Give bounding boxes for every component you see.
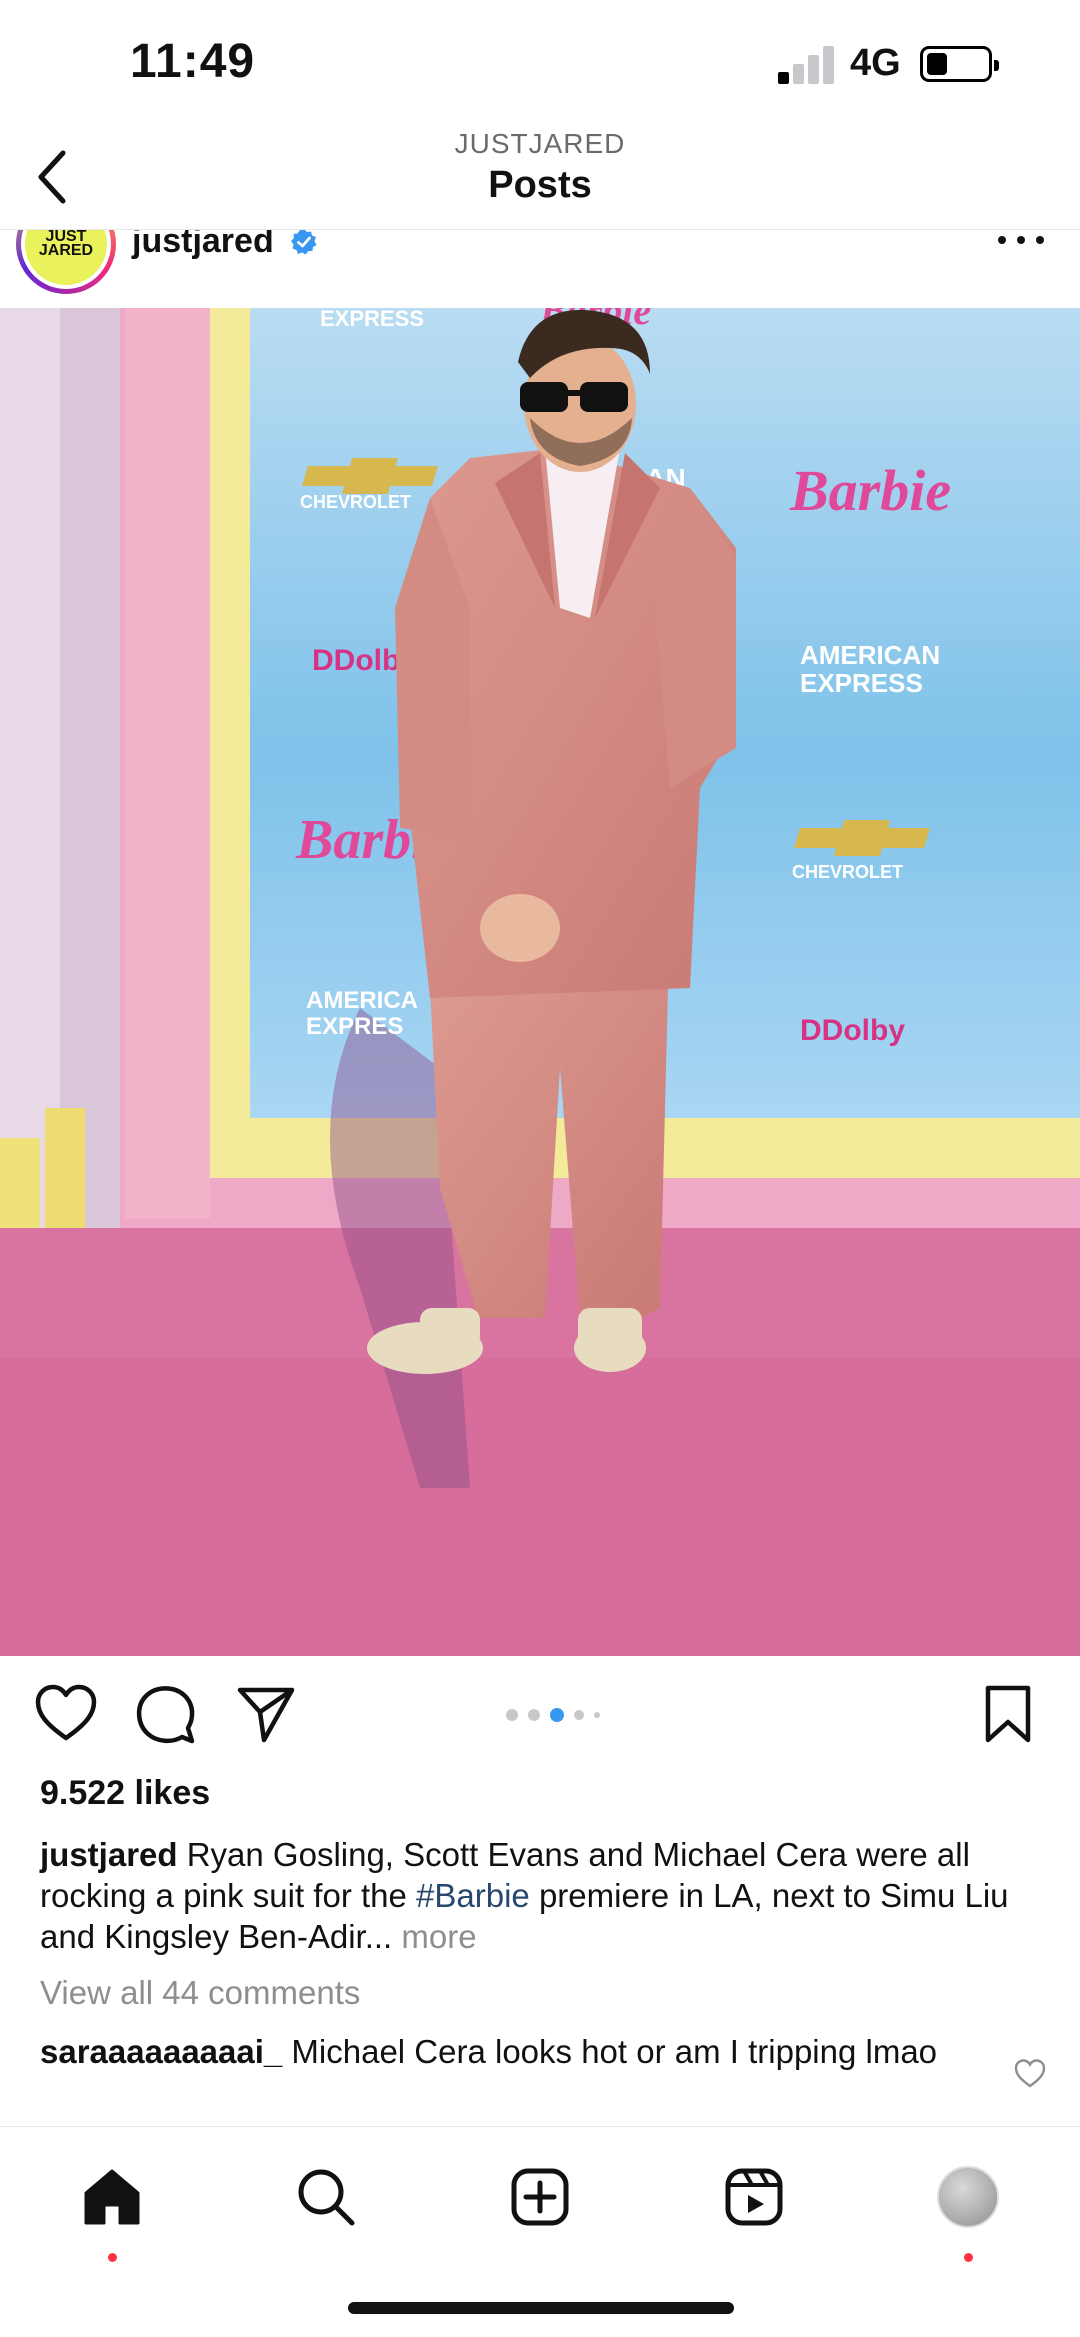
search-icon [298, 2169, 355, 2226]
svg-text:DDolby: DDolby [800, 1014, 905, 1047]
carousel-indicator [506, 1708, 600, 1722]
tab-search[interactable] [286, 2157, 366, 2237]
home-indicator[interactable] [348, 2302, 734, 2314]
post-image[interactable]: EXPRESS CHEVROLET DDolby Barbie AMERICA … [0, 308, 1080, 1656]
svg-text:Barbie: Barbie [789, 458, 951, 523]
tab-profile[interactable] [928, 2157, 1008, 2262]
nav-subtitle: JUSTJARED [454, 128, 626, 159]
justjared-logo: JUST JARED [25, 230, 107, 285]
verified-badge-icon [291, 230, 317, 255]
comment-icon[interactable] [134, 1682, 198, 1746]
post-actions [0, 1672, 1080, 1762]
svg-text:EXPRES: EXPRES [306, 1013, 403, 1040]
more-dots-icon[interactable] [998, 230, 1044, 250]
hashtag-link[interactable]: #Barbie [416, 1877, 530, 1914]
post-caption: justjared Ryan Gosling, Scott Evans and … [40, 1834, 1050, 1957]
svg-text:CHEVROLET: CHEVROLET [792, 862, 903, 882]
top-comment: saraaaaaaaaai_ Michael Cera looks hot or… [40, 2032, 980, 2072]
comment-text: Michael Cera looks hot or am I tripping … [282, 2033, 938, 2070]
avatar-text-2: JARED [38, 242, 94, 259]
tab-home[interactable] [72, 2157, 152, 2262]
red-carpet-photo: EXPRESS CHEVROLET DDolby Barbie AMERICA … [0, 308, 1080, 1656]
tab-reels[interactable] [714, 2157, 794, 2237]
top-nav: JUSTJARED Posts [0, 120, 1080, 230]
home-icon [84, 2169, 140, 2225]
heart-icon[interactable] [34, 1682, 98, 1746]
caption-username[interactable]: justjared [40, 1836, 178, 1873]
comment-like-icon[interactable] [1014, 2058, 1046, 2090]
bookmark-icon[interactable] [976, 1682, 1040, 1746]
avatar [937, 2166, 999, 2228]
profile-notification-dot [964, 2253, 973, 2262]
home-notification-dot [108, 2253, 117, 2262]
signal-strength-icon [778, 44, 834, 84]
post-header: JUST JARED justjared [0, 230, 1080, 308]
reels-icon [725, 2168, 783, 2226]
svg-text:EXPRESS: EXPRESS [800, 668, 923, 698]
caption-more-link[interactable]: more [401, 1918, 476, 1955]
network-type: 4G [850, 42, 901, 84]
avatar[interactable]: JUST JARED [16, 230, 116, 294]
like-count[interactable]: 9.522 likes [40, 1774, 210, 1813]
add-post-icon [511, 2168, 569, 2226]
tab-create[interactable] [500, 2157, 580, 2237]
svg-text:EXPRESS: EXPRESS [320, 308, 424, 331]
battery-icon [920, 46, 999, 82]
page-title: Posts [488, 164, 592, 206]
svg-text:AMERICA: AMERICA [306, 987, 418, 1014]
comment-username[interactable]: saraaaaaaaaai_ [40, 2033, 282, 2070]
svg-text:CHEVROLET: CHEVROLET [300, 492, 411, 512]
post-username[interactable]: justjared [132, 230, 274, 261]
svg-text:AMERICAN: AMERICAN [800, 640, 940, 670]
status-time: 11:49 [130, 35, 256, 88]
send-icon[interactable] [234, 1682, 298, 1746]
status-bar: 11:49 4G [0, 0, 1080, 130]
view-all-comments-link[interactable]: View all 44 comments [40, 1974, 360, 2012]
